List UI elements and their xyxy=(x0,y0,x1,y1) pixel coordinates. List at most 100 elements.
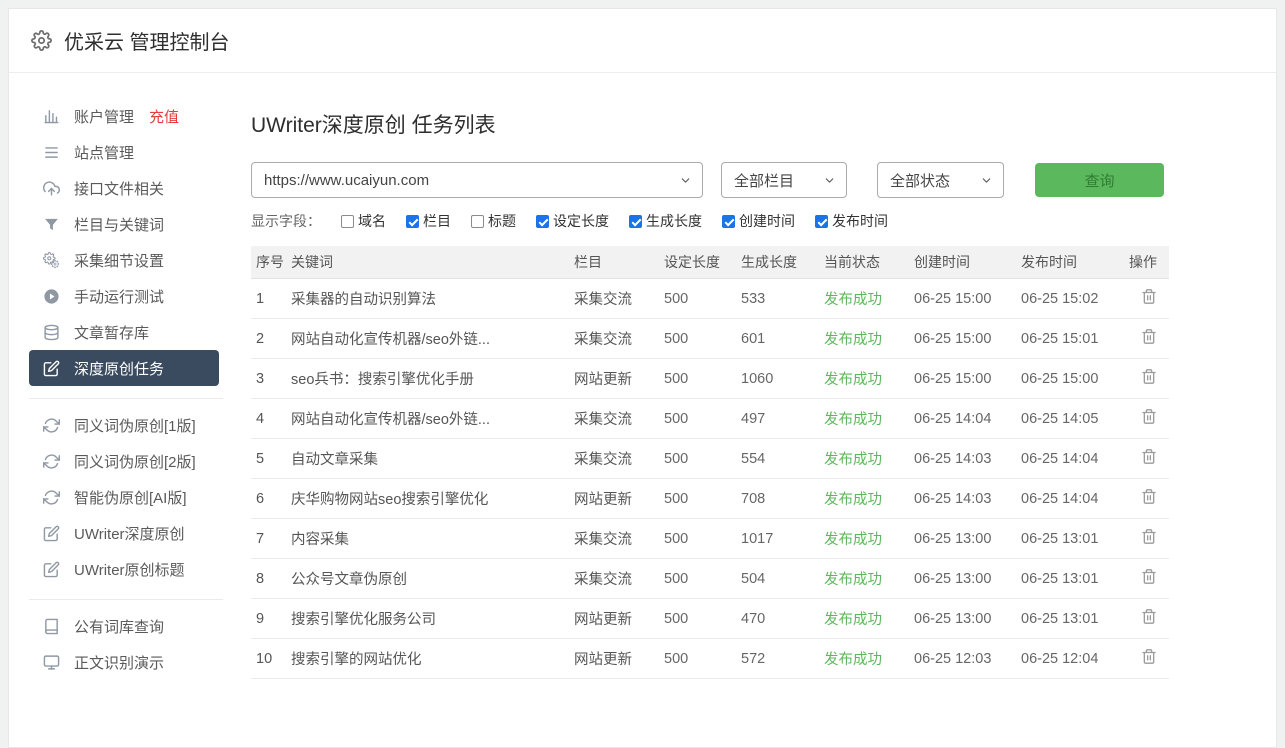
recharge-badge[interactable]: 充值 xyxy=(149,106,179,127)
delete-button[interactable] xyxy=(1141,528,1157,545)
category-cell: 网站更新 xyxy=(574,639,664,679)
delete-button[interactable] xyxy=(1141,488,1157,505)
trash-icon xyxy=(1141,408,1157,425)
delete-button[interactable] xyxy=(1141,368,1157,385)
status-cell: 发布成功 xyxy=(824,599,914,639)
row-index: 3 xyxy=(251,359,291,399)
keyword-cell: 内容采集 xyxy=(291,519,574,559)
column-header: 栏目 xyxy=(574,246,664,279)
sidebar-item[interactable]: 采集细节设置 xyxy=(29,242,219,278)
monitor-icon xyxy=(43,653,61,671)
sidebar-item[interactable]: 同义词伪原创[1版] xyxy=(29,407,219,443)
delete-button[interactable] xyxy=(1141,448,1157,465)
field-checkbox-0[interactable]: 域名 xyxy=(341,211,386,231)
site-select[interactable]: https://www.ucaiyun.com xyxy=(251,162,703,198)
table-row: 1采集器的自动识别算法采集交流500533发布成功06-25 15:0006-2… xyxy=(251,279,1169,319)
category-cell: 网站更新 xyxy=(574,479,664,519)
sidebar-item[interactable]: UWriter原创标题 xyxy=(29,551,219,587)
field-checkbox-4[interactable]: 生成长度 xyxy=(629,211,702,231)
category-cell: 网站更新 xyxy=(574,359,664,399)
published-time-cell: 06-25 14:04 xyxy=(1021,439,1129,479)
gen-length-cell: 1017 xyxy=(741,519,824,559)
delete-button[interactable] xyxy=(1141,608,1157,625)
field-checkbox-5[interactable]: 创建时间 xyxy=(722,211,795,231)
sidebar-item[interactable]: UWriter深度原创 xyxy=(29,515,219,551)
sidebar-item[interactable]: 手动运行测试 xyxy=(29,278,219,314)
set-length-cell: 500 xyxy=(664,359,741,399)
field-checkbox-3[interactable]: 设定长度 xyxy=(536,211,609,231)
field-checkbox-2[interactable]: 标题 xyxy=(471,211,516,231)
sidebar-item[interactable]: 同义词伪原创[2版] xyxy=(29,443,219,479)
sidebar-item[interactable]: 文章暂存库 xyxy=(29,314,219,350)
trash-icon xyxy=(1141,488,1157,505)
trash-icon xyxy=(1141,368,1157,385)
delete-button[interactable] xyxy=(1141,408,1157,425)
keyword-cell: 公众号文章伪原创 xyxy=(291,559,574,599)
sidebar-item[interactable]: 账户管理充值 xyxy=(29,98,219,134)
published-time-cell: 06-25 13:01 xyxy=(1021,599,1129,639)
edit-icon xyxy=(43,359,61,377)
category-select-value: 全部栏目 xyxy=(734,170,794,191)
actions-cell xyxy=(1129,639,1169,679)
row-index: 7 xyxy=(251,519,291,559)
checkbox-checked-icon xyxy=(406,215,419,228)
delete-button[interactable] xyxy=(1141,288,1157,305)
delete-button[interactable] xyxy=(1141,648,1157,665)
published-time-cell: 06-25 15:00 xyxy=(1021,359,1129,399)
sidebar-item[interactable]: 公有词库查询 xyxy=(29,608,219,644)
sidebar-item[interactable]: 栏目与关键词 xyxy=(29,206,219,242)
refresh-icon xyxy=(43,416,61,434)
chevron-down-icon xyxy=(823,174,836,187)
status-select[interactable]: 全部状态 xyxy=(877,162,1004,198)
actions-cell xyxy=(1129,439,1169,479)
checkbox-checked-icon xyxy=(629,215,642,228)
row-index: 9 xyxy=(251,599,291,639)
sidebar-item[interactable]: 深度原创任务 xyxy=(29,350,219,386)
created-time-cell: 06-25 14:03 xyxy=(914,479,1021,519)
sidebar-item[interactable]: 接口文件相关 xyxy=(29,170,219,206)
status-cell: 发布成功 xyxy=(824,559,914,599)
sidebar-item[interactable]: 智能伪原创[AI版] xyxy=(29,479,219,515)
created-time-cell: 06-25 13:00 xyxy=(914,519,1021,559)
gen-length-cell: 601 xyxy=(741,319,824,359)
delete-button[interactable] xyxy=(1141,568,1157,585)
gen-length-cell: 708 xyxy=(741,479,824,519)
sidebar-item-label: 深度原创任务 xyxy=(74,358,164,379)
status-select-value: 全部状态 xyxy=(890,170,950,191)
sidebar-divider xyxy=(29,599,223,600)
column-header: 设定长度 xyxy=(664,246,741,279)
query-button[interactable]: 查询 xyxy=(1035,163,1164,197)
set-length-cell: 500 xyxy=(664,439,741,479)
published-time-cell: 06-25 14:05 xyxy=(1021,399,1129,439)
keyword-cell: 网站自动化宣传机器/seo外链... xyxy=(291,399,574,439)
field-checkbox-label: 创建时间 xyxy=(739,211,795,231)
trash-icon xyxy=(1141,528,1157,545)
sidebar-item[interactable]: 站点管理 xyxy=(29,134,219,170)
trash-icon xyxy=(1141,608,1157,625)
row-index: 10 xyxy=(251,639,291,679)
category-select[interactable]: 全部栏目 xyxy=(721,162,847,198)
body-row: 账户管理充值站点管理接口文件相关栏目与关键词采集细节设置手动运行测试文章暂存库深… xyxy=(9,73,1276,680)
trash-icon xyxy=(1141,448,1157,465)
bar-chart-icon xyxy=(43,107,61,125)
play-icon xyxy=(43,287,61,305)
refresh-icon xyxy=(43,488,61,506)
field-checkbox-6[interactable]: 发布时间 xyxy=(815,211,888,231)
keyword-cell: 自动文章采集 xyxy=(291,439,574,479)
column-header: 发布时间 xyxy=(1021,246,1129,279)
sidebar-item-label: 同义词伪原创[1版] xyxy=(74,415,196,436)
row-index: 4 xyxy=(251,399,291,439)
sidebar: 账户管理充值站点管理接口文件相关栏目与关键词采集细节设置手动运行测试文章暂存库深… xyxy=(9,73,251,680)
table-row: 2网站自动化宣传机器/seo外链...采集交流500601发布成功06-25 1… xyxy=(251,319,1169,359)
sidebar-item-label: 文章暂存库 xyxy=(74,322,149,343)
published-time-cell: 06-25 12:04 xyxy=(1021,639,1129,679)
actions-cell xyxy=(1129,479,1169,519)
sidebar-item[interactable]: 正文识别演示 xyxy=(29,644,219,680)
set-length-cell: 500 xyxy=(664,519,741,559)
column-header: 当前状态 xyxy=(824,246,914,279)
keyword-cell: 搜索引擎的网站优化 xyxy=(291,639,574,679)
set-length-cell: 500 xyxy=(664,639,741,679)
category-cell: 采集交流 xyxy=(574,519,664,559)
field-checkbox-1[interactable]: 栏目 xyxy=(406,211,451,231)
delete-button[interactable] xyxy=(1141,328,1157,345)
